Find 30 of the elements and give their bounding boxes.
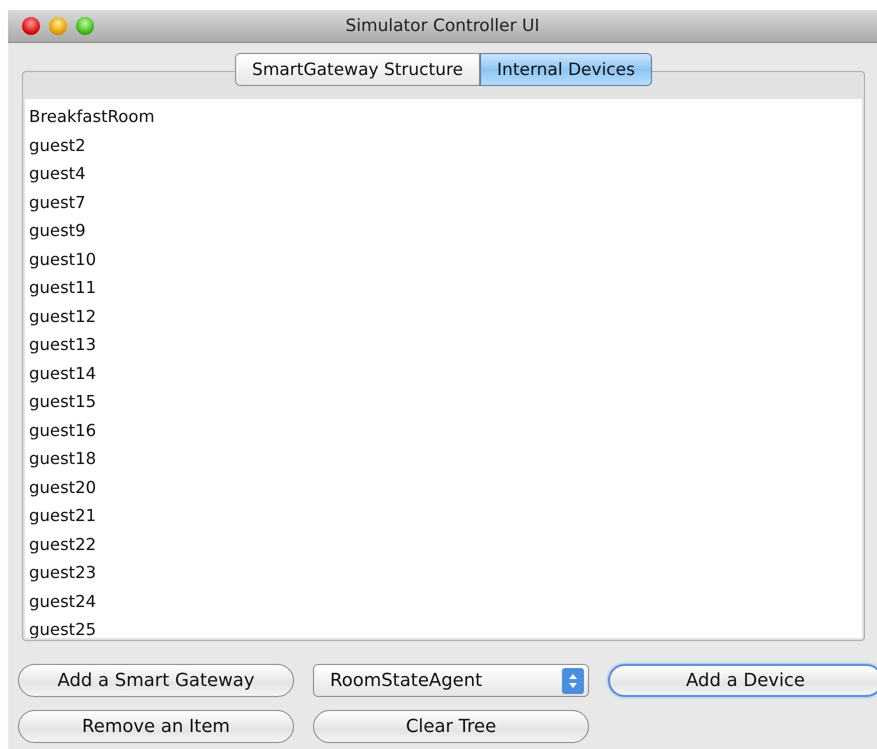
list-item[interactable]: guest22 <box>25 530 862 559</box>
tab[interactable]: SmartGateway Structure <box>235 53 480 86</box>
list-item[interactable]: guest10 <box>25 246 862 274</box>
push-button[interactable]: Add a Device <box>608 664 877 697</box>
list-item[interactable]: guest15 <box>25 388 862 416</box>
push-button[interactable]: Remove an Item <box>18 710 294 743</box>
minimize-button[interactable] <box>49 17 67 35</box>
push-button[interactable]: Add a Smart Gateway <box>18 664 294 697</box>
list-item[interactable]: guest7 <box>25 188 862 217</box>
list-item[interactable]: guest24 <box>25 588 862 616</box>
list-item[interactable]: guest12 <box>25 302 862 331</box>
list-item[interactable]: guest16 <box>25 416 862 445</box>
close-button[interactable] <box>22 17 40 35</box>
tab[interactable]: Internal Devices <box>480 53 652 86</box>
list-item[interactable]: guest20 <box>25 474 862 502</box>
dropdown[interactable]: RoomStateAgent <box>313 664 589 697</box>
zoom-button[interactable] <box>76 17 94 35</box>
list-item[interactable]: guest14 <box>25 360 862 388</box>
list-item[interactable]: guest2 <box>25 132 862 160</box>
stepper-arrows-icon <box>562 668 584 694</box>
list-item[interactable]: guest11 <box>25 274 862 302</box>
list-item[interactable]: guest13 <box>25 331 862 360</box>
list-item[interactable]: guest21 <box>25 502 862 530</box>
list-item[interactable]: guest23 <box>25 559 862 588</box>
list-item[interactable]: guest18 <box>25 445 862 474</box>
list-item[interactable]: BreakfastRoom <box>25 103 862 132</box>
list-item[interactable]: guest4 <box>25 160 862 188</box>
window-title: Simulator Controller UI <box>346 16 540 36</box>
list-item[interactable]: guest9 <box>25 217 862 246</box>
push-button[interactable]: Clear Tree <box>313 710 589 743</box>
